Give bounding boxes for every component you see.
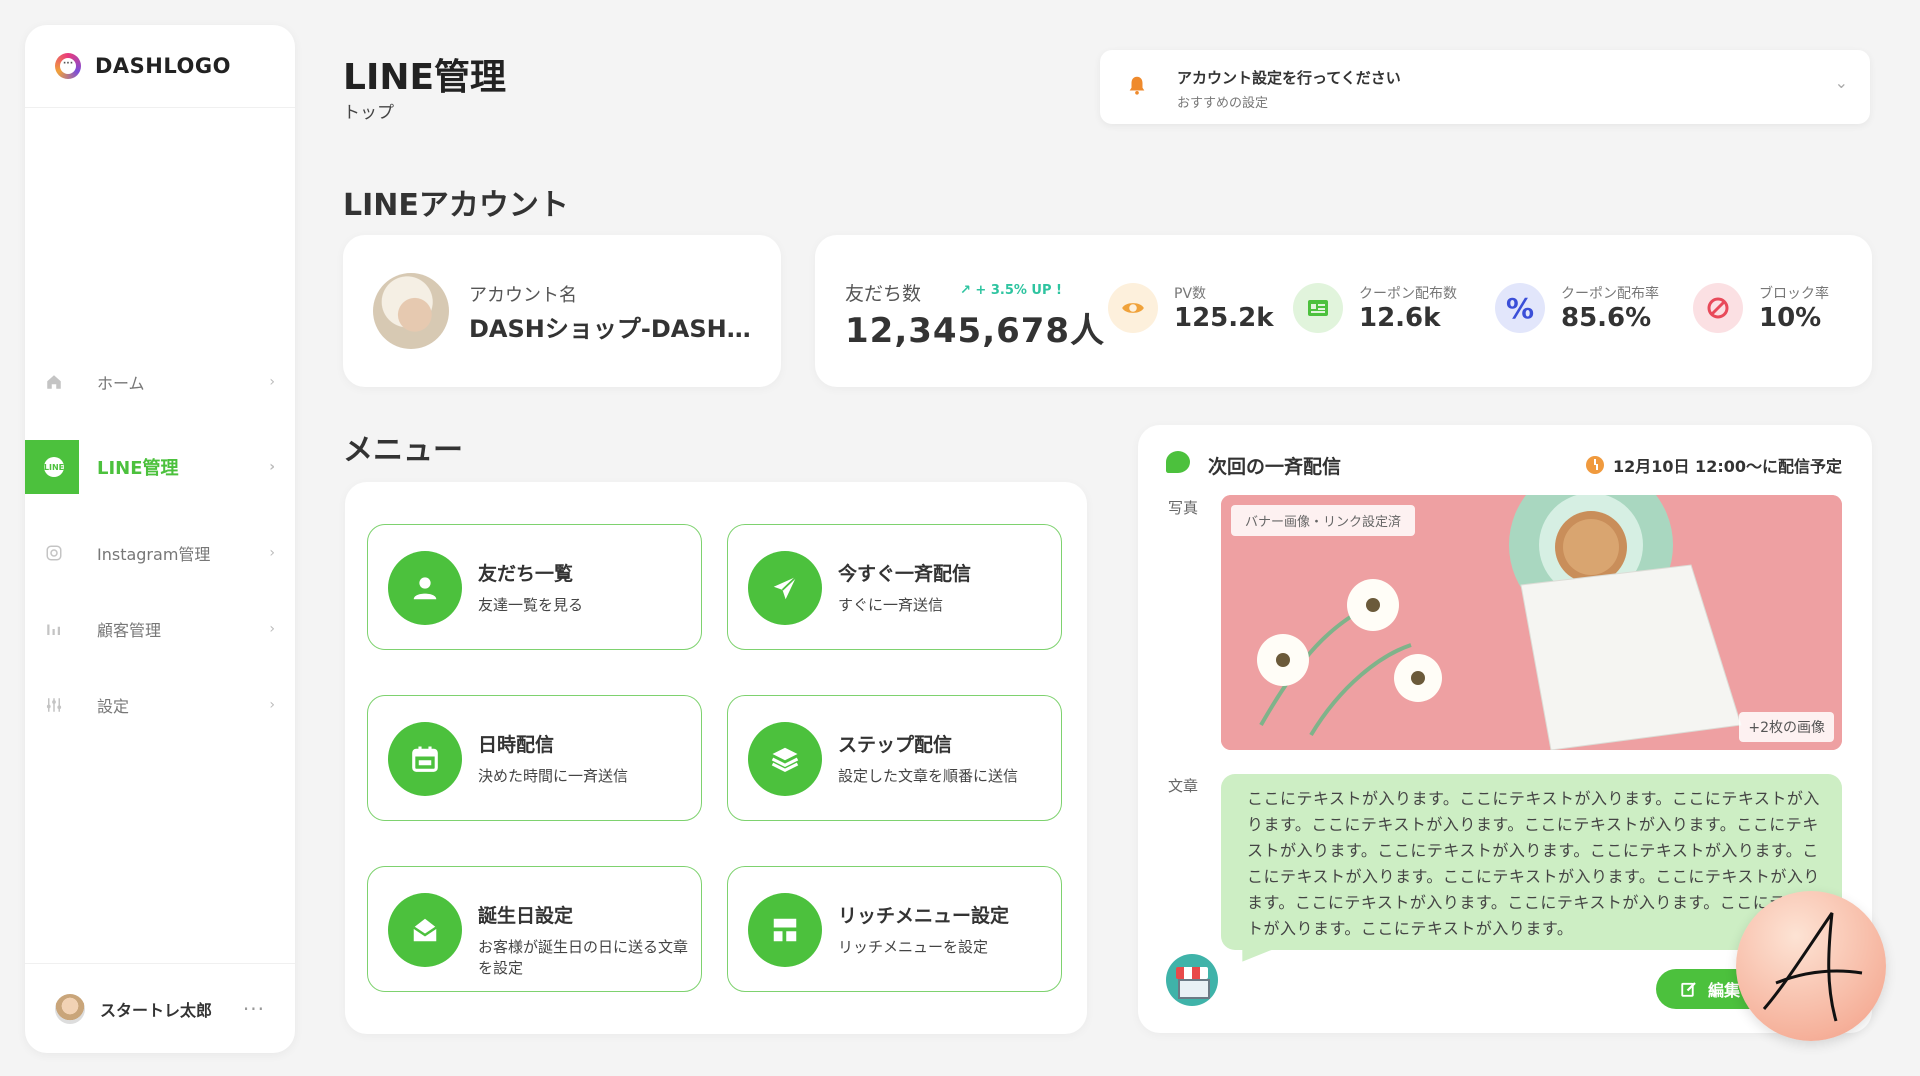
chevron-right-icon: › bbox=[269, 545, 275, 561]
photo-tag: バナー画像・リンク設定済 bbox=[1231, 505, 1416, 536]
friends-change-badge: ↗ + 3.5% UP ! bbox=[960, 283, 1062, 298]
clock-icon bbox=[1585, 456, 1604, 474]
account-label: アカウント名 bbox=[469, 285, 577, 306]
sidebar-item-label: 顧客管理 bbox=[97, 621, 162, 640]
menu-item-subtitle: お客様が誕生日の日に送る文章を設定 bbox=[478, 938, 689, 977]
stat-label: ブロック率 bbox=[1759, 286, 1829, 302]
percent-icon: % bbox=[1495, 283, 1545, 333]
stat-value: 12.6k bbox=[1359, 303, 1441, 333]
chevron-right-icon: › bbox=[269, 459, 275, 475]
menu-item-subtitle: すぐに一斉送信 bbox=[838, 596, 944, 614]
line-icon: LINE bbox=[43, 456, 65, 478]
menu-item-send-now[interactable]: 今すぐ一斉配信 すぐに一斉送信 bbox=[727, 524, 1062, 650]
user-profile[interactable]: スタートレ太郎 ··· bbox=[25, 963, 295, 1053]
menu-item-subtitle: リッチメニューを設定 bbox=[838, 938, 989, 956]
menu-item-subtitle: 決めた時間に一斉送信 bbox=[478, 767, 629, 785]
sidebar-item-home[interactable]: ホーム › bbox=[25, 355, 295, 409]
layout-icon bbox=[748, 893, 822, 967]
shop-avatar bbox=[1166, 954, 1218, 1006]
sidebar-item-label: LINE管理 bbox=[97, 458, 179, 479]
stat-value: 125.2k bbox=[1174, 303, 1274, 333]
banner-photo[interactable]: バナー画像・リンク設定済 +2枚の画像 bbox=[1221, 495, 1842, 750]
menu-item-title: ステップ配信 bbox=[838, 734, 953, 756]
menu-item-step[interactable]: ステップ配信 設定した文章を順番に送信 bbox=[727, 695, 1062, 821]
menu-item-title: 友だち一覧 bbox=[478, 563, 574, 585]
calendar-icon bbox=[388, 722, 462, 796]
sidebar-item-label: 設定 bbox=[97, 697, 130, 716]
avatar bbox=[55, 993, 85, 1024]
account-card: アカウント名 DASHショップ-DASH… bbox=[343, 235, 781, 387]
menu-item-title: 誕生日設定 bbox=[478, 905, 574, 927]
sidebar-item-label: ホーム bbox=[97, 374, 145, 393]
coupon-icon bbox=[1293, 283, 1343, 333]
photo-label: 写真 bbox=[1168, 499, 1199, 517]
notice-title: アカウント設定を行ってください bbox=[1177, 69, 1401, 87]
text-label: 文章 bbox=[1168, 777, 1199, 795]
chat-bubble-icon bbox=[1166, 451, 1190, 473]
menu-item-birthday[interactable]: 誕生日設定 お客様が誕生日の日に送る文章を設定 bbox=[367, 866, 702, 992]
logo-mark-icon bbox=[55, 53, 81, 79]
user-name: スタートレ太郎 bbox=[100, 1000, 213, 1020]
more-images-badge[interactable]: +2枚の画像 bbox=[1739, 712, 1834, 742]
menu-item-subtitle: 設定した文章を順番に送信 bbox=[838, 767, 1019, 785]
bar-chart-icon bbox=[43, 618, 65, 640]
logo-text: DASHLOGO bbox=[95, 54, 231, 78]
broadcast-title: 次回の一斉配信 bbox=[1208, 456, 1342, 478]
stat-value: 10% bbox=[1759, 303, 1822, 333]
friends-label: 友だち数 bbox=[845, 283, 922, 305]
sidebar-item-customers[interactable]: 顧客管理 › bbox=[25, 602, 295, 656]
signature-icon bbox=[1762, 912, 1863, 1022]
stat-label: クーポン配布率 bbox=[1561, 286, 1659, 302]
menu-item-title: 日時配信 bbox=[478, 734, 555, 756]
chevron-right-icon: › bbox=[269, 374, 275, 390]
signature-badge bbox=[1736, 891, 1886, 1041]
bell-icon bbox=[1129, 76, 1145, 95]
account-avatar bbox=[373, 273, 449, 349]
broadcast-schedule: 12月10日 12:00〜に配信予定 bbox=[1585, 453, 1842, 477]
notice-subtitle: おすすめの設定 bbox=[1177, 96, 1269, 111]
home-icon bbox=[43, 371, 65, 393]
breadcrumb[interactable]: トップ bbox=[343, 98, 394, 123]
stats-card: 友だち数 ↗ + 3.5% UP ! 12,345,678人 PV数 125.2… bbox=[815, 235, 1872, 387]
sidebar-item-label: Instagram管理 bbox=[97, 545, 211, 564]
menu-item-friends[interactable]: 友だち一覧 友達一覧を見る bbox=[367, 524, 702, 650]
sidebar-item-settings[interactable]: 設定 › bbox=[25, 678, 295, 732]
edit-icon bbox=[1681, 982, 1696, 997]
mail-open-icon bbox=[388, 893, 462, 967]
sidebar-item-instagram[interactable]: Instagram管理 › bbox=[25, 526, 295, 580]
stat-label: クーポン配布数 bbox=[1359, 286, 1457, 302]
menu-card: 友だち一覧 友達一覧を見る 今すぐ一斉配信 すぐに一斉送信 日時配信 決めた時間… bbox=[345, 482, 1087, 1034]
section-title-menu: メニュー bbox=[343, 433, 463, 468]
menu-item-scheduled[interactable]: 日時配信 決めた時間に一斉送信 bbox=[367, 695, 702, 821]
menu-item-rich-menu[interactable]: リッチメニュー設定 リッチメニューを設定 bbox=[727, 866, 1062, 992]
sliders-icon bbox=[43, 694, 65, 716]
chevron-down-icon: ⌄ bbox=[1834, 73, 1848, 92]
chevron-right-icon: › bbox=[269, 697, 275, 713]
friends-value: 12,345,678人 bbox=[845, 311, 1106, 351]
instagram-icon bbox=[43, 542, 65, 564]
menu-item-subtitle: 友達一覧を見る bbox=[478, 596, 584, 614]
menu-item-title: 今すぐ一斉配信 bbox=[838, 563, 972, 585]
layers-icon bbox=[748, 722, 822, 796]
block-icon bbox=[1693, 283, 1743, 333]
eye-icon bbox=[1108, 283, 1158, 333]
more-icon[interactable]: ··· bbox=[243, 997, 265, 1021]
user-icon bbox=[388, 551, 462, 625]
page-title: LINE管理 bbox=[343, 57, 507, 98]
notice-dropdown[interactable]: アカウント設定を行ってください おすすめの設定 ⌄ bbox=[1100, 50, 1870, 124]
menu-item-title: リッチメニュー設定 bbox=[838, 905, 1010, 927]
account-name: DASHショップ-DASH… bbox=[469, 315, 751, 343]
chevron-right-icon: › bbox=[269, 621, 275, 637]
section-title-account: LINEアカウント bbox=[343, 188, 569, 223]
stat-value: 85.6% bbox=[1561, 303, 1652, 333]
send-icon bbox=[748, 551, 822, 625]
sidebar-item-line[interactable]: LINE LINE管理 › bbox=[25, 440, 295, 494]
logo[interactable]: DASHLOGO bbox=[25, 25, 295, 108]
stat-label: PV数 bbox=[1174, 286, 1207, 302]
sidebar: DASHLOGO ホーム › LINE LINE管理 › Instagram管理… bbox=[25, 25, 295, 1053]
